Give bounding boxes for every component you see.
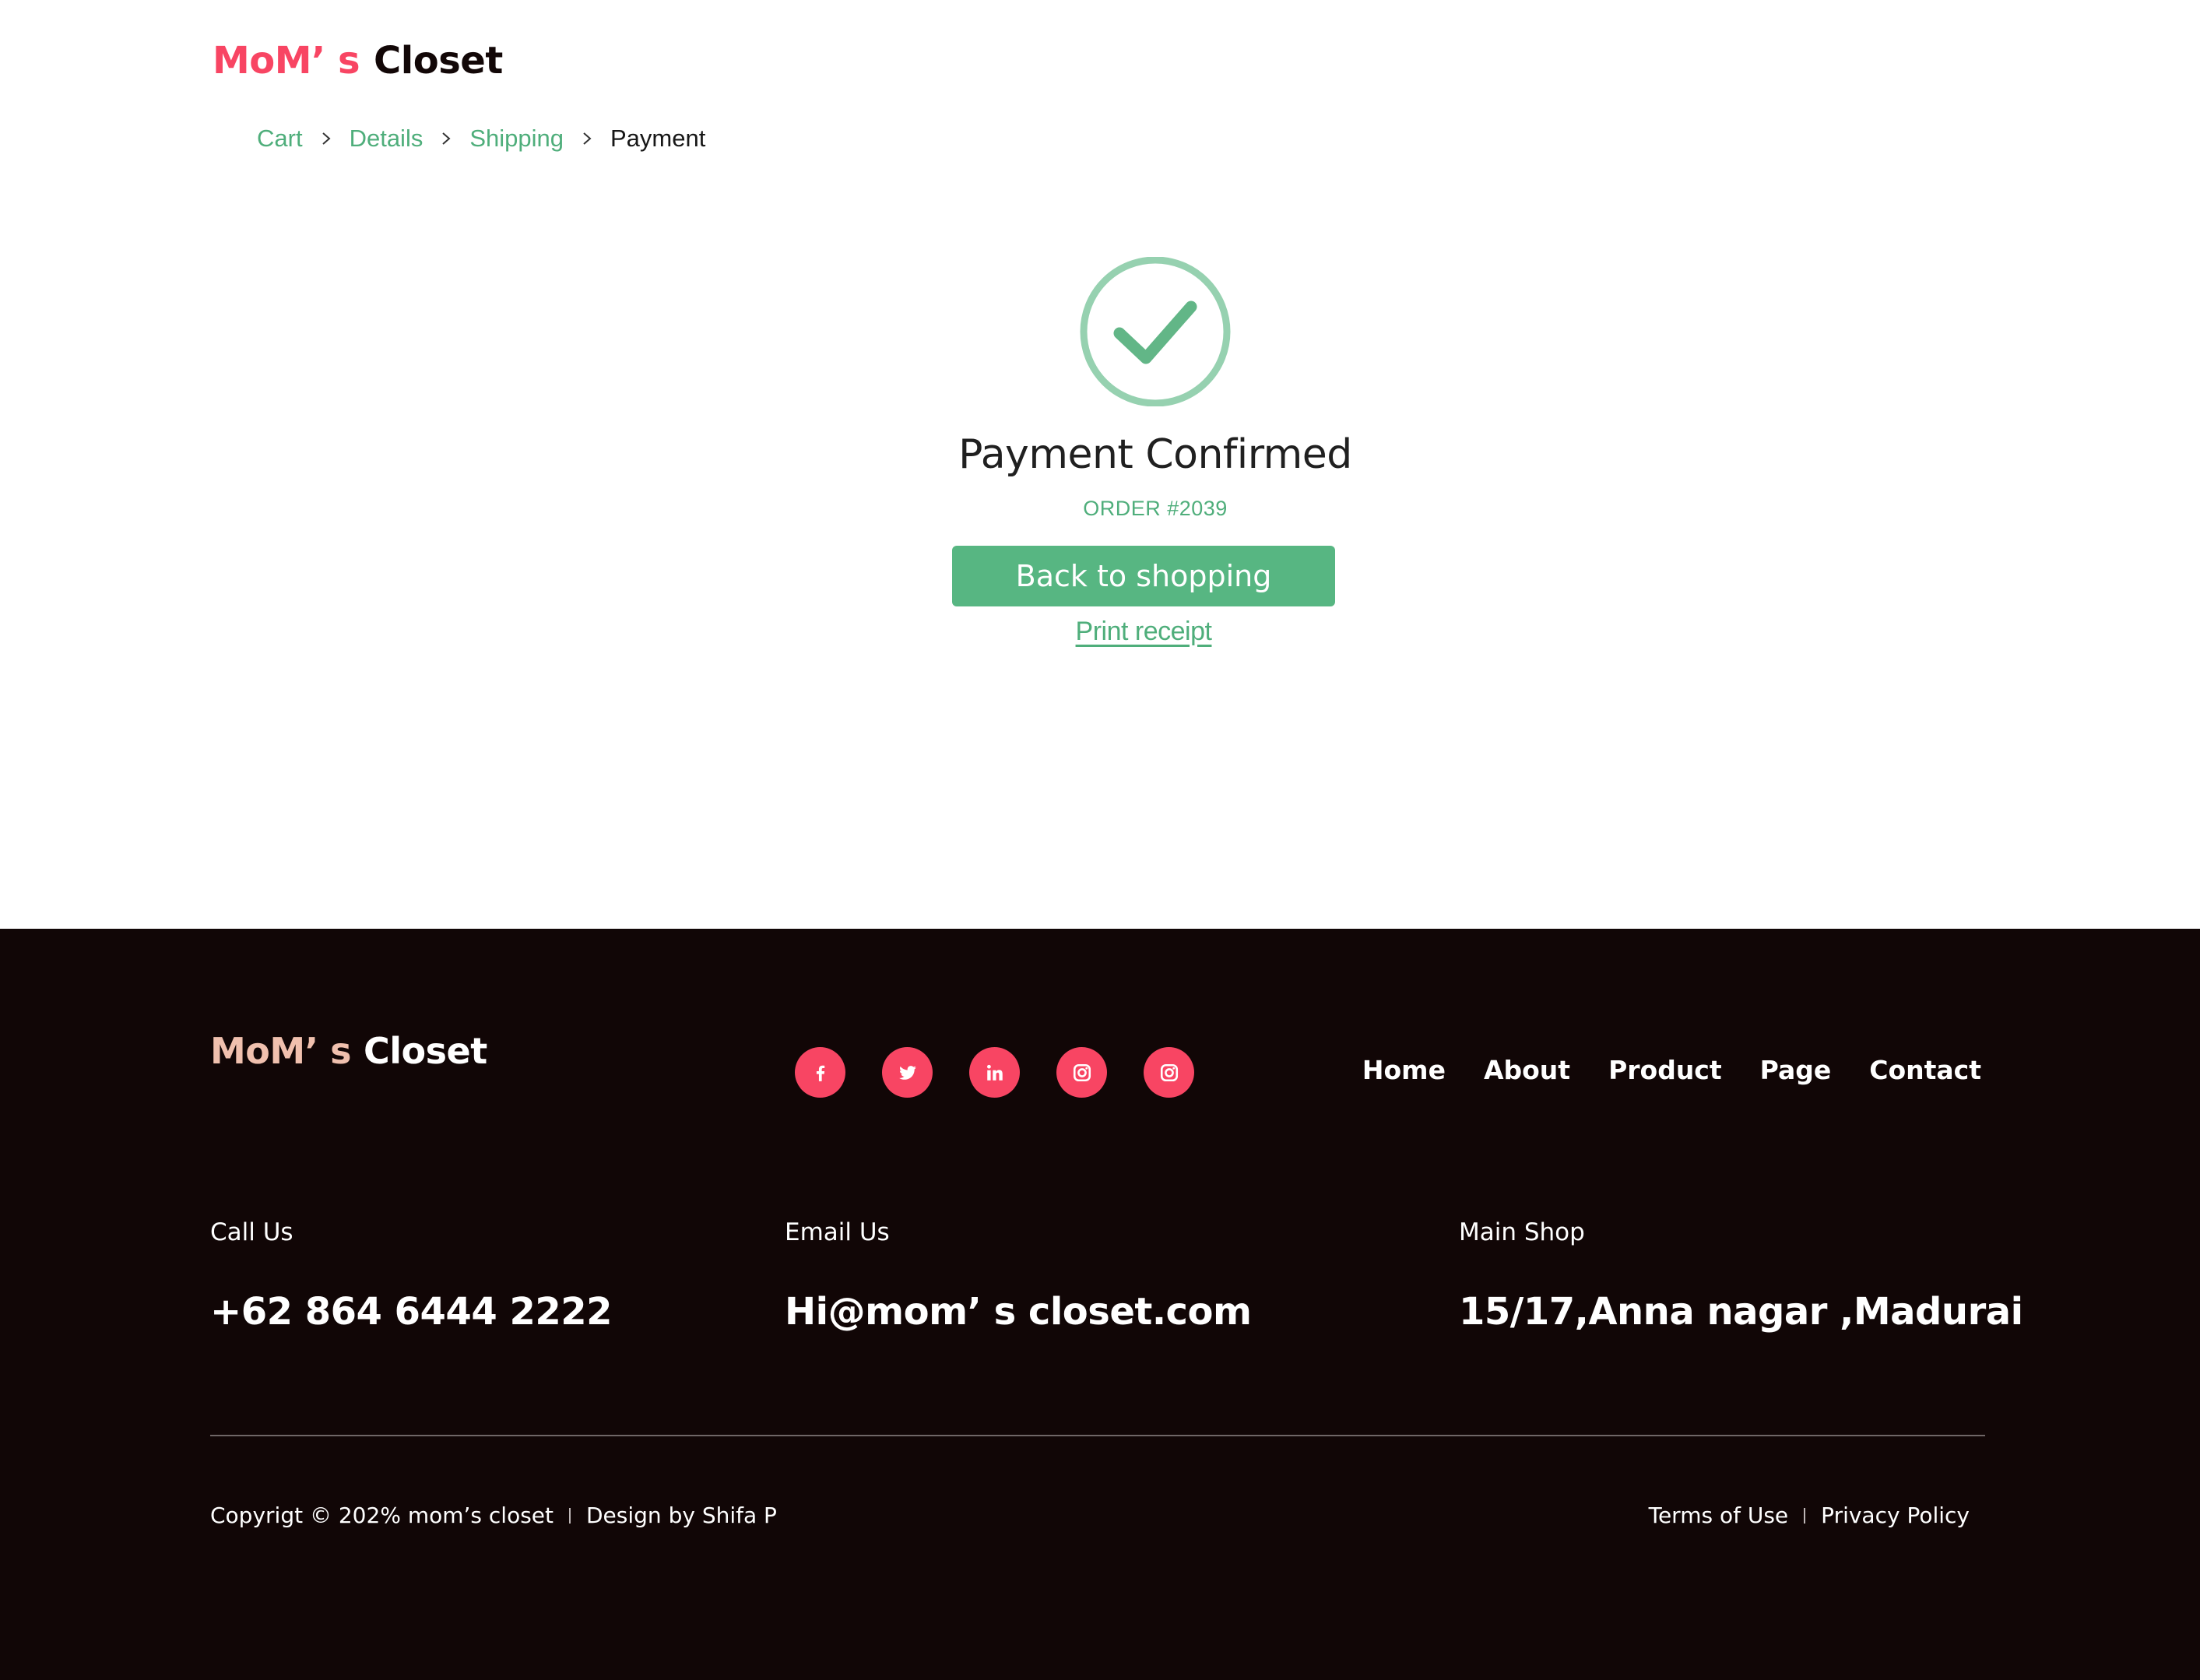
confirmation-title: Payment Confirmed: [958, 431, 1352, 478]
designer-credit: Design by Shifa P: [586, 1503, 777, 1528]
check-circle-icon: [1077, 256, 1233, 407]
social-links: [795, 1047, 1194, 1098]
email-address[interactable]: Hi@mom’ s closet.com: [785, 1290, 1252, 1334]
chevron-right-icon: [564, 131, 610, 146]
twitter-icon[interactable]: [882, 1047, 933, 1098]
logo-closet: Closet: [374, 39, 503, 83]
chevron-right-icon: [303, 131, 350, 146]
footer-divider: [210, 1435, 1985, 1436]
breadcrumb-details[interactable]: Details: [350, 125, 423, 153]
email-us-block: Email Us Hi@mom’ s closet.com: [785, 1218, 1252, 1334]
order-number: ORDER #2039: [1083, 497, 1228, 520]
instagram-icon[interactable]: [1056, 1047, 1107, 1098]
terms-of-use-link[interactable]: Terms of Use: [1649, 1503, 1789, 1528]
facebook-icon[interactable]: [795, 1047, 845, 1098]
legal-links: Terms of Use Privacy Policy: [1649, 1503, 1970, 1528]
footer-logo[interactable]: MoM’ s Closet: [210, 1030, 487, 1072]
footer-nav-contact[interactable]: Contact: [1869, 1055, 1981, 1085]
copyright-row: Copyrigt © 202% mom’s closet Design by S…: [210, 1503, 777, 1528]
breadcrumb-shipping[interactable]: Shipping: [469, 125, 564, 153]
phone-number[interactable]: +62 864 6444 2222: [210, 1290, 613, 1334]
footer-logo-mom: MoM’ s: [210, 1030, 352, 1072]
copyright-text: Copyrigt © 202% mom’s closet: [210, 1503, 554, 1528]
back-to-shopping-button[interactable]: Back to shopping: [952, 546, 1335, 606]
instagram-icon[interactable]: [1144, 1047, 1194, 1098]
footer-nav-product[interactable]: Product: [1608, 1055, 1722, 1085]
shop-address: 15/17,Anna nagar ,Madurai: [1459, 1290, 2023, 1334]
footer-nav-page[interactable]: Page: [1760, 1055, 1832, 1085]
breadcrumb-payment: Payment: [610, 125, 706, 152]
logo-mom: MoM’ s: [213, 39, 360, 83]
print-receipt-link[interactable]: Print receipt: [0, 617, 2200, 647]
separator: [1804, 1507, 1806, 1524]
main-shop-label: Main Shop: [1459, 1218, 1585, 1246]
site-footer: MoM’ s Closet Home About Product Page Con…: [0, 929, 2200, 1680]
separator: [569, 1507, 571, 1524]
footer-nav: Home About Product Page Contact: [1362, 1055, 1981, 1085]
footer-nav-home[interactable]: Home: [1362, 1055, 1446, 1085]
call-us-block: Call Us +62 864 6444 2222: [210, 1218, 613, 1334]
linkedin-icon[interactable]: [969, 1047, 1020, 1098]
footer-nav-about[interactable]: About: [1484, 1055, 1570, 1085]
chevron-right-icon: [423, 131, 469, 146]
main-shop-block: Main Shop 15/17,Anna nagar ,Madurai: [1459, 1218, 2023, 1334]
privacy-policy-link[interactable]: Privacy Policy: [1821, 1503, 1970, 1528]
breadcrumb-cart[interactable]: Cart: [257, 125, 303, 153]
brand-logo[interactable]: MoM’ s Closet: [213, 39, 503, 83]
call-us-label: Call Us: [210, 1218, 293, 1246]
footer-logo-closet: Closet: [364, 1030, 487, 1072]
email-us-label: Email Us: [785, 1218, 890, 1246]
breadcrumb: Cart Details Shipping Payment: [257, 125, 705, 153]
